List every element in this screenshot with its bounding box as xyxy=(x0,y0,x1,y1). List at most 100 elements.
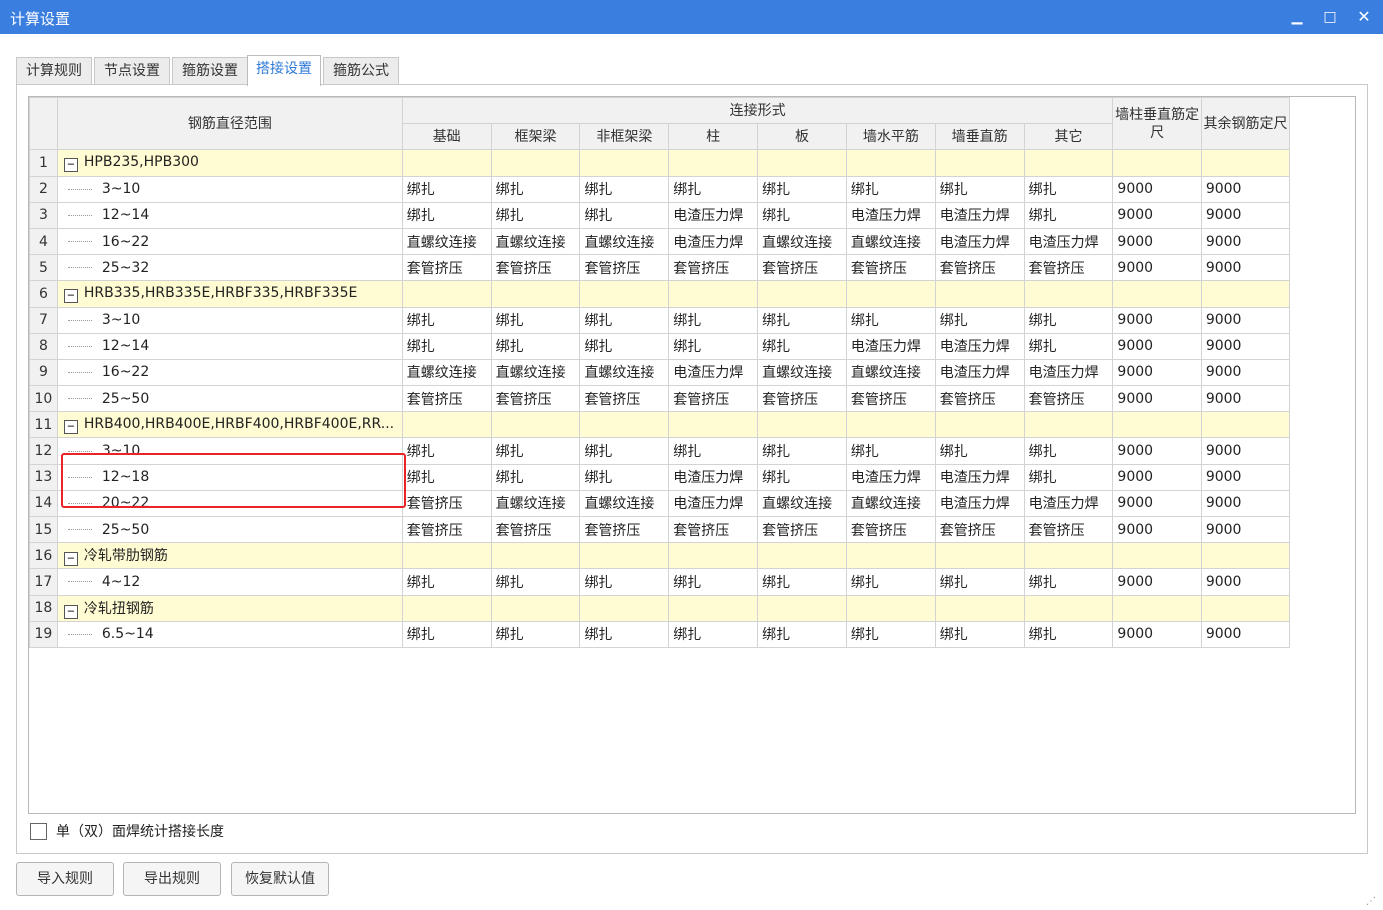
diameter-range-cell[interactable]: 25~32 xyxy=(56,254,403,282)
connection-cell[interactable]: 绑扎 xyxy=(934,306,1025,334)
connection-cell[interactable]: 电渣压力焊 xyxy=(1023,489,1114,518)
connection-cell[interactable]: 绑扎 xyxy=(401,201,492,229)
connection-cell[interactable]: 直螺纹连接 xyxy=(490,489,581,518)
fixed-length-cell[interactable]: 9000 xyxy=(1200,306,1291,334)
table-row[interactable]: 17 4~12 绑扎 绑扎 绑扎 绑扎 绑扎 绑扎 绑扎 绑扎 9000 9000 xyxy=(29,568,1356,596)
connection-cell[interactable] xyxy=(490,411,581,439)
table-row[interactable]: 14 20~22 套管挤压 直螺纹连接 直螺纹连接 电渣压力焊 直螺纹连接 直螺纹连接 电渣压力… xyxy=(29,489,1356,518)
connection-cell[interactable]: 套管挤压 xyxy=(1023,515,1114,544)
fixed-length-cell[interactable] xyxy=(1112,149,1202,177)
connection-cell[interactable]: 套管挤压 xyxy=(579,254,670,282)
connection-cell[interactable]: 绑扎 xyxy=(757,332,847,360)
group-row[interactable]: 11− HRB400,HRB400E,HRBF400,HRBF400E,RR... xyxy=(29,411,1356,439)
connection-cell[interactable] xyxy=(490,280,581,308)
connection-cell[interactable]: 绑扎 xyxy=(1023,306,1114,334)
fixed-length-cell[interactable]: 9000 xyxy=(1200,201,1291,229)
connection-cell[interactable] xyxy=(757,280,847,308)
fixed-length-cell[interactable]: 9000 xyxy=(1200,515,1291,544)
group-name-cell[interactable]: − HRB400,HRB400E,HRBF400,HRBF400E,RR... xyxy=(56,411,403,439)
diameter-range-cell[interactable]: 6.5~14 xyxy=(56,620,403,648)
connection-cell[interactable] xyxy=(1023,149,1114,177)
maximize-icon[interactable]: □ xyxy=(1316,4,1344,30)
group-row[interactable]: 1− HPB235,HPB300 xyxy=(29,149,1356,177)
connection-cell[interactable]: 套管挤压 xyxy=(845,385,936,413)
connection-cell[interactable]: 电渣压力焊 xyxy=(934,358,1025,387)
connection-cell[interactable] xyxy=(401,594,492,622)
connection-cell[interactable]: 绑扎 xyxy=(401,437,492,465)
connection-cell[interactable] xyxy=(845,411,936,439)
connection-cell[interactable]: 绑扎 xyxy=(579,568,670,596)
connection-cell[interactable]: 直螺纹连接 xyxy=(845,489,936,518)
group-name-cell[interactable]: − 冷轧扭钢筋 xyxy=(56,594,403,622)
connection-cell[interactable]: 绑扎 xyxy=(579,201,670,229)
connection-cell[interactable]: 绑扎 xyxy=(845,620,936,648)
connection-cell[interactable]: 绑扎 xyxy=(579,620,670,648)
restore-defaults-button[interactable]: 恢复默认值 xyxy=(231,862,329,896)
connection-cell[interactable]: 套管挤压 xyxy=(845,515,936,544)
collapse-icon[interactable]: − xyxy=(63,552,78,567)
diameter-range-cell[interactable]: 16~22 xyxy=(56,227,403,256)
connection-cell[interactable]: 绑扎 xyxy=(401,620,492,648)
table-row[interactable]: 15 25~50 套管挤压 套管挤压 套管挤压 套管挤压 套管挤压 套管挤压 套管挤压 套管挤压 9… xyxy=(29,515,1356,544)
diameter-range-cell[interactable]: 12~14 xyxy=(56,332,403,360)
connection-cell[interactable]: 绑扎 xyxy=(757,201,847,229)
fixed-length-cell[interactable] xyxy=(1200,411,1291,439)
connection-cell[interactable]: 绑扎 xyxy=(757,463,847,491)
connection-cell[interactable] xyxy=(845,149,936,177)
diameter-range-cell[interactable]: 3~10 xyxy=(56,175,403,203)
connection-cell[interactable]: 绑扎 xyxy=(490,437,581,465)
table-row[interactable]: 12 3~10 绑扎 绑扎 绑扎 绑扎 绑扎 绑扎 绑扎 绑扎 9000 9000 xyxy=(29,437,1356,465)
connection-cell[interactable] xyxy=(934,280,1025,308)
fixed-length-cell[interactable] xyxy=(1112,594,1202,622)
connection-cell[interactable] xyxy=(401,411,492,439)
fixed-length-cell[interactable]: 9000 xyxy=(1112,201,1202,229)
collapse-icon[interactable]: − xyxy=(63,604,78,619)
fixed-length-cell[interactable] xyxy=(1200,542,1291,570)
fixed-length-cell[interactable]: 9000 xyxy=(1200,385,1291,413)
fixed-length-cell[interactable] xyxy=(1112,411,1202,439)
connection-cell[interactable] xyxy=(757,149,847,177)
connection-cell[interactable] xyxy=(668,594,759,622)
connection-cell[interactable] xyxy=(757,411,847,439)
connection-cell[interactable]: 绑扎 xyxy=(401,175,492,203)
diameter-range-cell[interactable]: 4~12 xyxy=(56,568,403,596)
connection-cell[interactable]: 电渣压力焊 xyxy=(934,332,1025,360)
diameter-range-cell[interactable]: 12~18 xyxy=(56,463,403,491)
connection-cell[interactable] xyxy=(1023,542,1114,570)
connection-cell[interactable]: 绑扎 xyxy=(401,306,492,334)
tab-lap-settings[interactable]: 搭接设置 xyxy=(247,55,321,86)
connection-cell[interactable]: 直螺纹连接 xyxy=(757,227,847,256)
connection-cell[interactable]: 绑扎 xyxy=(668,332,759,360)
connection-cell[interactable]: 绑扎 xyxy=(757,437,847,465)
connection-cell[interactable]: 套管挤压 xyxy=(490,385,581,413)
table-row[interactable]: 3 12~14 绑扎 绑扎 绑扎 电渣压力焊 绑扎 电渣压力焊 电渣压力焊 绑扎 9000 9000 xyxy=(29,201,1356,229)
connection-cell[interactable]: 绑扎 xyxy=(490,332,581,360)
connection-cell[interactable]: 电渣压力焊 xyxy=(845,332,936,360)
group-row[interactable]: 18− 冷轧扭钢筋 xyxy=(29,594,1356,622)
connection-cell[interactable] xyxy=(934,149,1025,177)
connection-cell[interactable]: 绑扎 xyxy=(490,463,581,491)
connection-cell[interactable]: 套管挤压 xyxy=(490,254,581,282)
connection-cell[interactable]: 电渣压力焊 xyxy=(1023,227,1114,256)
connection-cell[interactable]: 电渣压力焊 xyxy=(668,201,759,229)
table-row[interactable]: 7 3~10 绑扎 绑扎 绑扎 绑扎 绑扎 绑扎 绑扎 绑扎 9000 9000 xyxy=(29,306,1356,334)
connection-cell[interactable]: 套管挤压 xyxy=(401,254,492,282)
connection-cell[interactable]: 绑扎 xyxy=(1023,332,1114,360)
connection-cell[interactable]: 绑扎 xyxy=(668,175,759,203)
fixed-length-cell[interactable]: 9000 xyxy=(1112,489,1202,518)
connection-cell[interactable]: 套管挤压 xyxy=(1023,385,1114,413)
connection-cell[interactable] xyxy=(490,594,581,622)
connection-cell[interactable]: 直螺纹连接 xyxy=(401,227,492,256)
connection-cell[interactable] xyxy=(757,542,847,570)
connection-cell[interactable]: 绑扎 xyxy=(1023,620,1114,648)
table-row[interactable]: 13 12~18 绑扎 绑扎 绑扎 电渣压力焊 绑扎 电渣压力焊 电渣压力焊 绑扎 9000 9000 xyxy=(29,463,1356,491)
tab-node-settings[interactable]: 节点设置 xyxy=(94,57,170,85)
connection-cell[interactable]: 电渣压力焊 xyxy=(668,227,759,256)
fixed-length-cell[interactable]: 9000 xyxy=(1200,463,1291,491)
diameter-range-cell[interactable]: 3~10 xyxy=(56,437,403,465)
connection-cell[interactable]: 套管挤压 xyxy=(401,515,492,544)
connection-cell[interactable] xyxy=(490,542,581,570)
connection-cell[interactable]: 套管挤压 xyxy=(934,515,1025,544)
connection-cell[interactable]: 套管挤压 xyxy=(579,515,670,544)
connection-cell[interactable]: 直螺纹连接 xyxy=(401,358,492,387)
